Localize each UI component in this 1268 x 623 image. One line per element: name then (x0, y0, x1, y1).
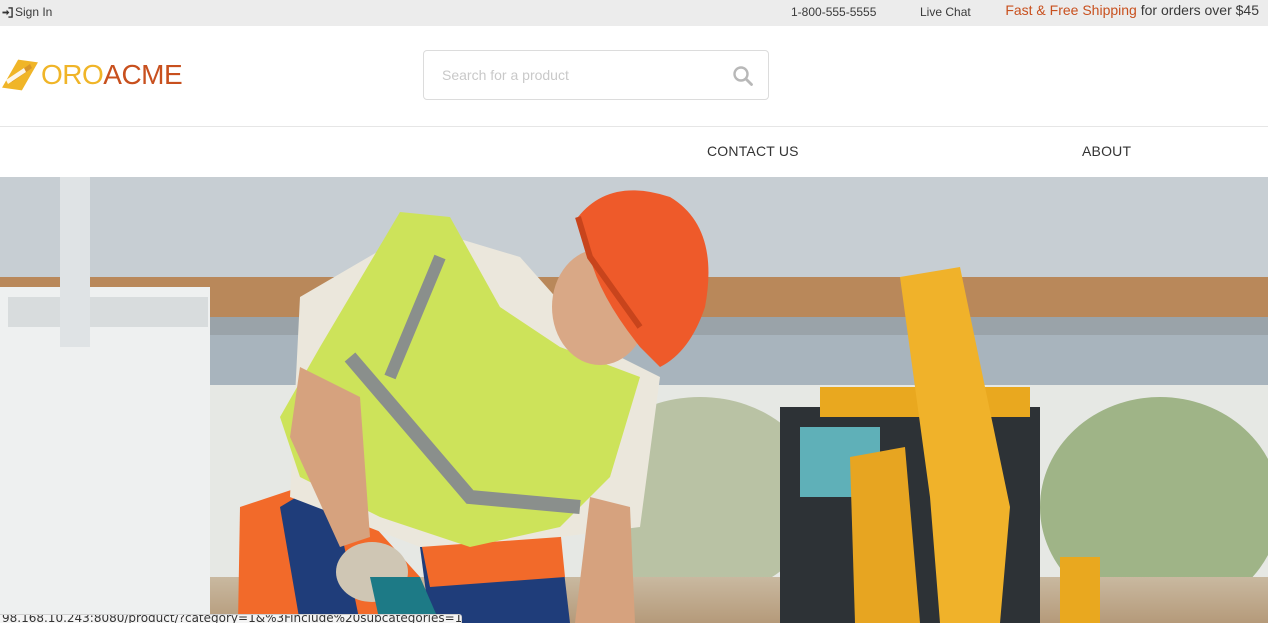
sign-in-link[interactable]: Sign In (2, 5, 52, 19)
status-url: 98.168.10.243:8080/product/?category=1&%… (2, 614, 462, 623)
phone-number: 1-800-555-5555 (791, 5, 877, 19)
logo-acme-text: ACME (103, 59, 183, 90)
top-utility-bar: Sign In 1-800-555-5555 Live Chat Fast & … (0, 0, 1268, 26)
search-box (423, 50, 769, 100)
nav-item-about[interactable]: ABOUT (1082, 143, 1131, 159)
site-header: OROACME (0, 26, 1268, 127)
live-chat-link[interactable]: Live Chat (920, 5, 971, 19)
logo-oro-text: ORO (41, 59, 104, 90)
logo-wordmark: OROACME (41, 59, 183, 90)
sign-in-label: Sign In (15, 5, 53, 19)
hero-banner-image[interactable] (0, 177, 1268, 623)
shipping-promo-text: for orders over $45 (1136, 2, 1259, 18)
main-navigation: CONTACT US ABOUT (0, 127, 1268, 177)
shipping-promo-link[interactable]: Fast & Free Shipping (1005, 2, 1137, 18)
search-icon[interactable] (732, 65, 754, 87)
logo-mark-icon (2, 59, 38, 91)
hero-illustration (0, 177, 1268, 623)
shipping-promo: Fast & Free Shipping for orders over $45 (1005, 2, 1259, 18)
link-status-bar: 98.168.10.243:8080/product/?category=1&%… (0, 614, 462, 623)
sign-in-icon (2, 6, 13, 18)
site-logo[interactable]: OROACME (2, 58, 183, 92)
search-input[interactable] (424, 51, 724, 99)
nav-item-contact-us[interactable]: CONTACT US (707, 143, 799, 159)
